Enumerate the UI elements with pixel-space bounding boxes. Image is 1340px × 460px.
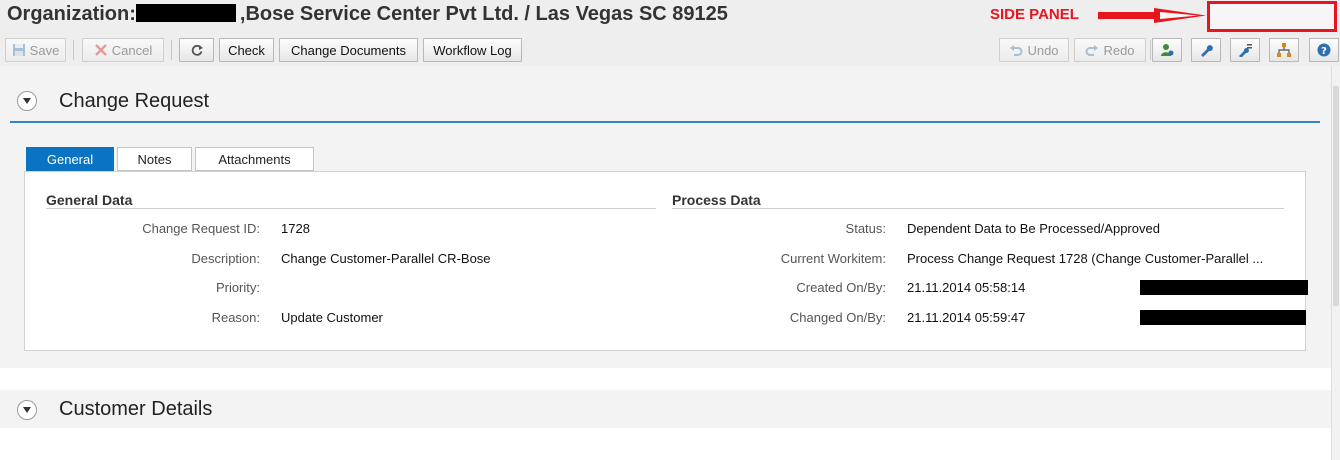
current-workitem-value[interactable]: Process Change Request 1728 (Change Cust…: [907, 251, 1263, 266]
change-request-id-value: 1728: [281, 221, 310, 236]
workflow-log-label: Workflow Log: [433, 42, 512, 58]
customer-details-toggle[interactable]: [17, 400, 37, 420]
cancel-button[interactable]: Cancel: [82, 38, 164, 62]
undo-label: Undo: [1027, 42, 1059, 58]
personalize-button[interactable]: [1152, 38, 1182, 62]
created-on-by-label: Created On/By:: [796, 280, 886, 295]
reason-label: Reason:: [211, 310, 260, 325]
tab-notes[interactable]: Notes: [117, 147, 192, 171]
general-data-title: General Data: [46, 192, 133, 208]
tab-general[interactable]: General: [26, 147, 114, 171]
user-settings-icon: [1161, 44, 1174, 56]
side-panel-annotation: SIDE PANEL: [990, 6, 1079, 23]
settings-button[interactable]: [1191, 38, 1221, 62]
change-request-title: Change Request: [59, 90, 210, 112]
toolbar-divider: [1150, 40, 1151, 60]
annotation-arrow-icon: [1098, 8, 1206, 23]
description-label: Description:: [191, 251, 260, 266]
status-value: Dependent Data to Be Processed/Approved: [907, 221, 1160, 236]
created-on-value: 21.11.2014 05:58:14: [907, 280, 1026, 295]
wrench-list-icon: [1239, 44, 1252, 57]
redacted-created-by: [1140, 280, 1308, 295]
undo-button[interactable]: Undo: [999, 38, 1069, 62]
hierarchy-icon: [1277, 43, 1291, 57]
process-data-divider: [672, 208, 1284, 209]
redo-label: Redo: [1103, 42, 1135, 58]
save-icon: [12, 44, 25, 56]
chevron-down-icon: [23, 407, 31, 413]
reason-value: Update Customer: [281, 310, 383, 325]
close-icon: [94, 44, 107, 56]
general-data-divider: [46, 208, 656, 209]
help-icon: ?: [1317, 43, 1331, 57]
svg-text:?: ?: [1321, 46, 1327, 57]
change-request-id-label: Change Request ID:: [142, 221, 260, 236]
undo-icon: [1010, 45, 1023, 56]
cancel-label: Cancel: [111, 42, 153, 58]
redacted-changed-by: [1140, 310, 1306, 325]
toolbar-divider: [73, 40, 74, 60]
chevron-down-icon: [23, 98, 31, 104]
changed-on-by-label: Changed On/By:: [789, 310, 886, 325]
save-label: Save: [29, 42, 60, 58]
section-divider: [10, 121, 1320, 123]
scrollbar-thumb[interactable]: [1333, 86, 1339, 306]
changed-on-value: 21.11.2014 05:59:47: [907, 310, 1026, 325]
check-label: Check: [228, 42, 265, 58]
change-documents-label: Change Documents: [291, 42, 406, 58]
description-value: Change Customer-Parallel CR-Bose: [281, 251, 491, 266]
toolbar: Save Cancel Check Change Documents Workf…: [0, 34, 1340, 66]
side-panel-highlight[interactable]: [1207, 1, 1337, 32]
page-title: Organization: ,Bose Service Center Pvt Lt…: [7, 3, 728, 26]
title-prefix: Organization:: [7, 3, 136, 25]
configure-button[interactable]: [1230, 38, 1260, 62]
vertical-scrollbar[interactable]: [1331, 66, 1340, 460]
redo-icon: [1085, 45, 1099, 56]
change-documents-button[interactable]: Change Documents: [279, 38, 418, 62]
priority-label: Priority:: [215, 280, 260, 295]
title-suffix: ,Bose Service Center Pvt Ltd. / Las Vega…: [239, 3, 728, 25]
toolbar-divider: [171, 40, 172, 60]
status-label: Status:: [845, 221, 886, 236]
help-button[interactable]: ?: [1309, 38, 1339, 62]
redacted-org-name: [135, 4, 236, 22]
redo-button[interactable]: Redo: [1074, 38, 1146, 62]
save-button[interactable]: Save: [5, 38, 66, 62]
check-button[interactable]: Check: [219, 38, 274, 62]
refresh-button[interactable]: [179, 38, 214, 62]
wrench-icon: [1201, 45, 1213, 57]
tab-attachments[interactable]: Attachments: [195, 147, 314, 171]
current-workitem-label: Current Workitem:: [780, 251, 886, 266]
refresh-icon: [191, 44, 203, 56]
change-request-toggle[interactable]: [17, 91, 37, 111]
hierarchy-button[interactable]: [1269, 38, 1299, 62]
title-bar: Organization: ,Bose Service Center Pvt Lt…: [0, 0, 1340, 34]
workflow-log-button[interactable]: Workflow Log: [423, 38, 522, 62]
customer-details-title: Customer Details: [59, 398, 213, 420]
process-data-title: Process Data: [672, 192, 761, 208]
